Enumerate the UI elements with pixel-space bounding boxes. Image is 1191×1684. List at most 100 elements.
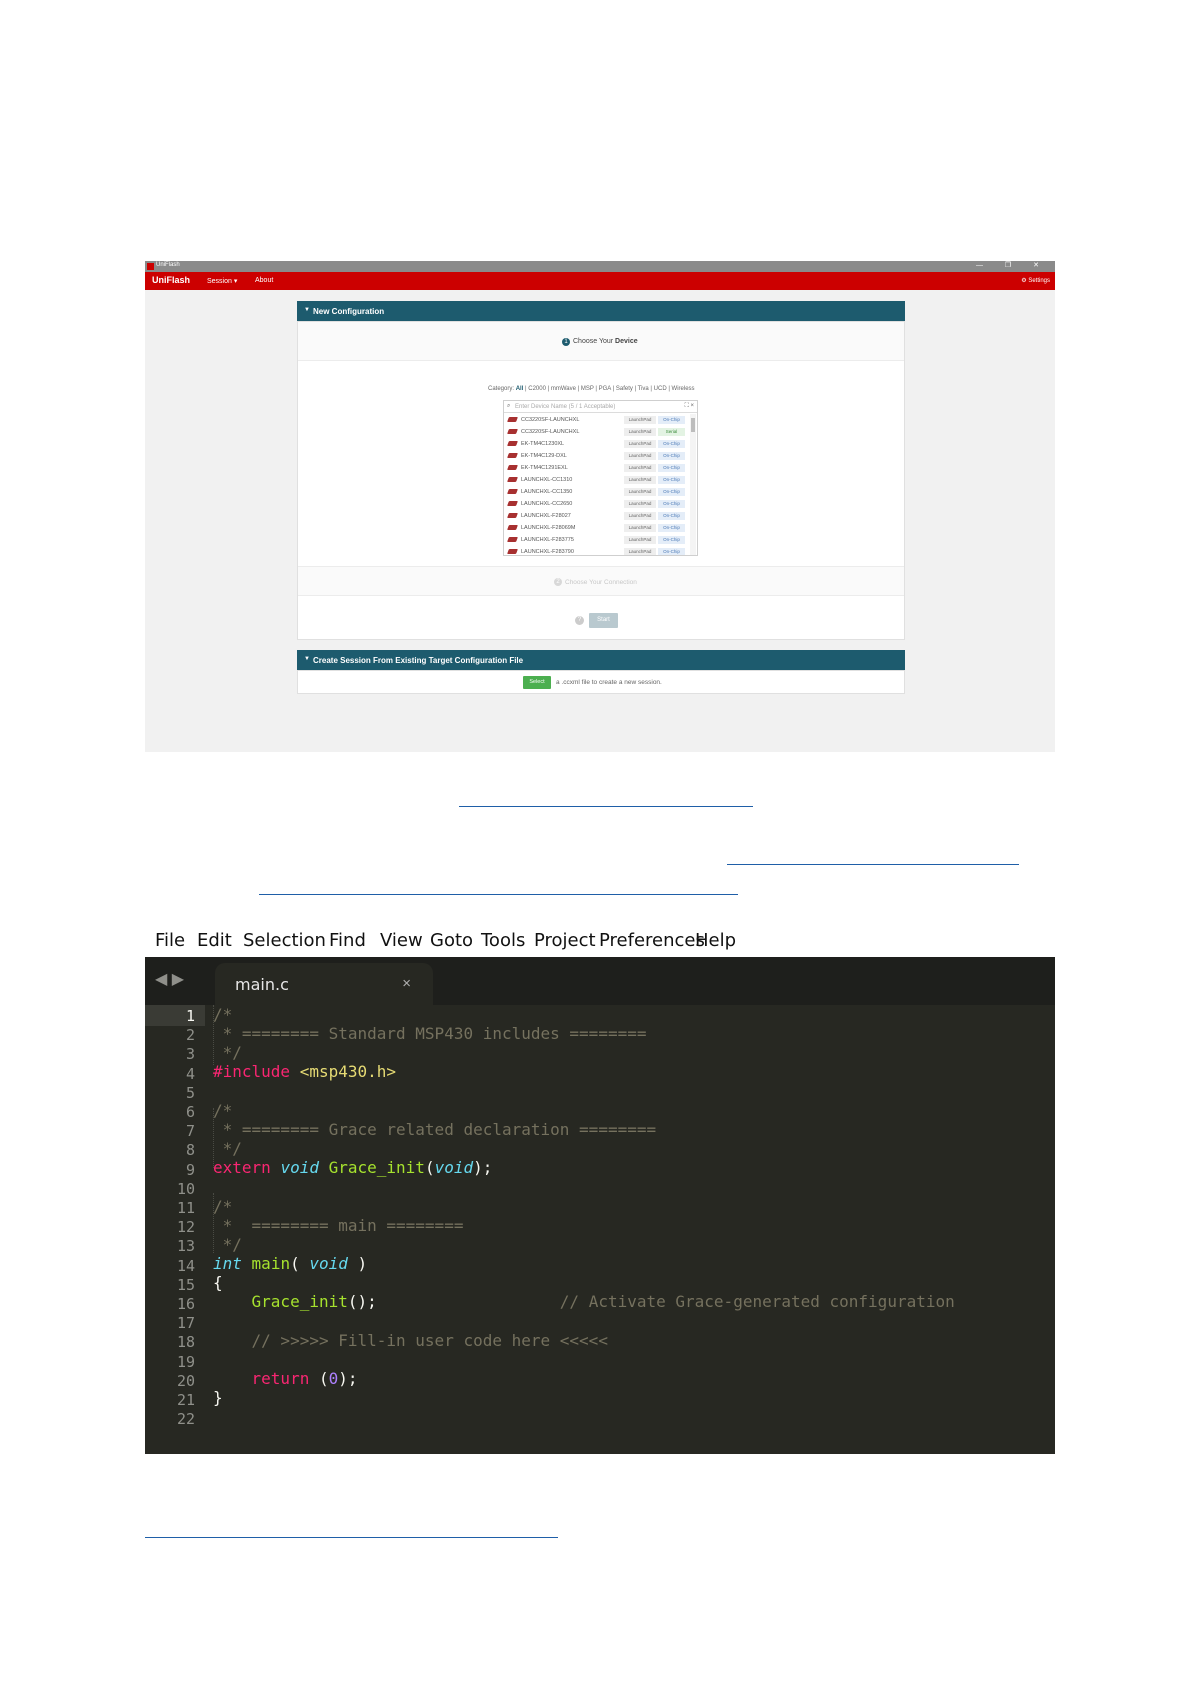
menu-project[interactable]: Project — [534, 930, 596, 951]
device-type-tag: LaunchPad — [624, 488, 656, 496]
hyperlink-underline[interactable] — [727, 864, 1019, 865]
device-type-tag: LaunchPad — [624, 476, 656, 484]
code-token: ); — [338, 1369, 358, 1388]
code-area[interactable]: /* * ======== Standard MSP430 includes =… — [213, 1005, 1053, 1454]
code-token: extern — [213, 1158, 271, 1177]
code-token: ) — [347, 1254, 368, 1273]
board-icon — [507, 453, 518, 458]
board-icon — [507, 417, 518, 422]
device-list-item[interactable]: EK-TM4C1291EXL LaunchPad On-Chip — [504, 462, 688, 474]
line-number: 9 — [185, 1160, 195, 1179]
menu-edit[interactable]: Edit — [197, 930, 232, 951]
device-name: CC3220SF-LAUNCHXL — [521, 417, 580, 423]
menu-view[interactable]: View — [380, 930, 423, 951]
line-number: 11 — [176, 1199, 195, 1217]
board-icon — [507, 537, 518, 542]
device-type-tag: LaunchPad — [624, 440, 656, 448]
step-label-bold: Device — [615, 338, 638, 345]
category-label: Category: — [488, 386, 515, 392]
device-list-item[interactable]: LAUNCHXL-F28027 LaunchPad On-Chip — [504, 510, 688, 522]
code-line: { — [213, 1273, 223, 1292]
board-icon — [507, 501, 518, 506]
device-list: ⌕ Enter Device Name (5 / 1 Acceptable) ⛶… — [503, 400, 698, 556]
menu-preferences[interactable]: Preferences — [599, 930, 705, 951]
section-existing-config-header[interactable]: ▼ Create Session From Existing Target Co… — [297, 650, 905, 670]
line-number: 8 — [185, 1141, 195, 1160]
device-list-item[interactable]: LAUNCHXL-F283775 LaunchPad On-Chip — [504, 534, 688, 546]
menu-tools[interactable]: Tools — [481, 930, 525, 951]
code-token: main — [251, 1254, 291, 1273]
code-line: int main( void ) — [213, 1254, 367, 1273]
code-editor-window: ◀ ▶ main.c × 1 2 3 4 5 6 7 8 9 10 11 12 13 14 15 16 17 18… — [145, 957, 1055, 1454]
tab-main-c[interactable]: main.c × — [215, 963, 433, 1005]
connection-tag: On-Chip — [658, 500, 685, 508]
code-token: ( — [309, 1369, 329, 1388]
menu-file[interactable]: File — [155, 930, 185, 951]
menu-session[interactable]: Session ▾ — [207, 277, 237, 285]
window-titlebar: UniFlash — ❐ ✕ — [145, 261, 1055, 272]
category-all[interactable]: All — [516, 386, 524, 392]
clear-search-icon[interactable]: ⛶ × — [685, 403, 694, 410]
menu-goto[interactable]: Goto — [430, 930, 473, 951]
line-number: 17 — [176, 1314, 195, 1333]
section-title: Create Session From Existing Target Conf… — [313, 656, 524, 665]
device-list-item[interactable]: LAUNCHXL-F283790 LaunchPad On-Chip — [504, 546, 688, 555]
start-button[interactable]: Start — [589, 613, 618, 628]
hyperlink-underline[interactable] — [259, 894, 738, 895]
menu-about[interactable]: About — [255, 277, 273, 284]
category-filter: Category: All | C2000 | mmWave | MSP | P… — [488, 386, 695, 392]
window-controls[interactable]: — ❐ ✕ — [976, 261, 1049, 269]
close-icon[interactable]: × — [402, 975, 411, 992]
device-list-item[interactable]: LAUNCHXL-F28069M LaunchPad On-Chip — [504, 522, 688, 534]
menu-find[interactable]: Find — [329, 930, 366, 951]
category-options[interactable]: | C2000 | mmWave | MSP | PGA | Safety | … — [525, 386, 695, 392]
device-list-item[interactable]: LAUNCHXL-CC2650 LaunchPad On-Chip — [504, 498, 688, 510]
app-brand: UniFlash — [152, 275, 191, 285]
device-search-input[interactable]: ⌕ Enter Device Name (5 / 1 Acceptable) ⛶… — [504, 401, 697, 413]
code-token: // Activate Grace-generated configuratio… — [559, 1292, 955, 1311]
code-line: /* — [213, 1101, 233, 1120]
connection-tag: On-Chip — [658, 452, 685, 460]
line-number: 5 — [185, 1083, 195, 1102]
code-token: ); — [473, 1158, 493, 1177]
menu-help[interactable]: Help — [695, 930, 736, 951]
scrollbar[interactable] — [690, 414, 696, 555]
line-number: 18 — [176, 1333, 195, 1352]
code-token: int — [213, 1254, 242, 1273]
device-list-item[interactable]: CC3220SF-LAUNCHXL LaunchPad Serial — [504, 426, 688, 438]
code-token: Grace_init — [251, 1292, 348, 1311]
device-list-item[interactable]: CC3220SF-LAUNCHXL LaunchPad On-Chip — [504, 414, 688, 426]
line-number: 22 — [176, 1410, 195, 1429]
device-type-tag: LaunchPad — [624, 548, 656, 555]
device-type-tag: LaunchPad — [624, 452, 656, 460]
section-title: New Configuration — [313, 307, 385, 316]
device-list-item[interactable]: EK-TM4C1230XL LaunchPad On-Chip — [504, 438, 688, 450]
step-choose-connection: 2 Choose Your Connection — [298, 566, 904, 596]
device-list-item[interactable]: EK-TM4C129-DXL LaunchPad On-Chip — [504, 450, 688, 462]
board-icon — [507, 489, 518, 494]
select-file-button[interactable]: Select — [523, 676, 551, 689]
select-hint: a .ccxml file to create a new session. — [556, 679, 662, 686]
code-token: 0 — [328, 1369, 339, 1388]
help-icon[interactable]: ? — [575, 616, 584, 625]
device-name: EK-TM4C129-DXL — [521, 453, 567, 459]
device-list-item[interactable]: LAUNCHXL-CC1350 LaunchPad On-Chip — [504, 486, 688, 498]
hyperlink-underline[interactable] — [459, 806, 753, 807]
scrollbar-thumb[interactable] — [691, 418, 695, 432]
section-new-configuration-header[interactable]: ▼ New Configuration — [297, 301, 905, 321]
connection-tag: On-Chip — [658, 476, 685, 484]
code-token: #include — [213, 1062, 291, 1081]
menu-selection[interactable]: Selection — [243, 930, 326, 951]
search-icon: ⌕ — [507, 403, 511, 409]
hyperlink-underline[interactable] — [145, 1537, 558, 1538]
device-name: LAUNCHXL-CC1350 — [521, 489, 573, 495]
code-token: void — [309, 1254, 348, 1273]
line-number: 10 — [176, 1179, 195, 1198]
device-list-item[interactable]: LAUNCHXL-CC1310 LaunchPad On-Chip — [504, 474, 688, 486]
code-token: ( — [290, 1254, 310, 1273]
settings-button[interactable]: ⚙ Settings — [1021, 277, 1050, 284]
code-line: extern void Grace_init(void); — [213, 1158, 492, 1177]
step-number-badge: 2 — [554, 578, 562, 586]
tab-nav-arrows-icon[interactable]: ◀ ▶ — [155, 969, 184, 989]
connection-tag: On-Chip — [658, 464, 685, 472]
